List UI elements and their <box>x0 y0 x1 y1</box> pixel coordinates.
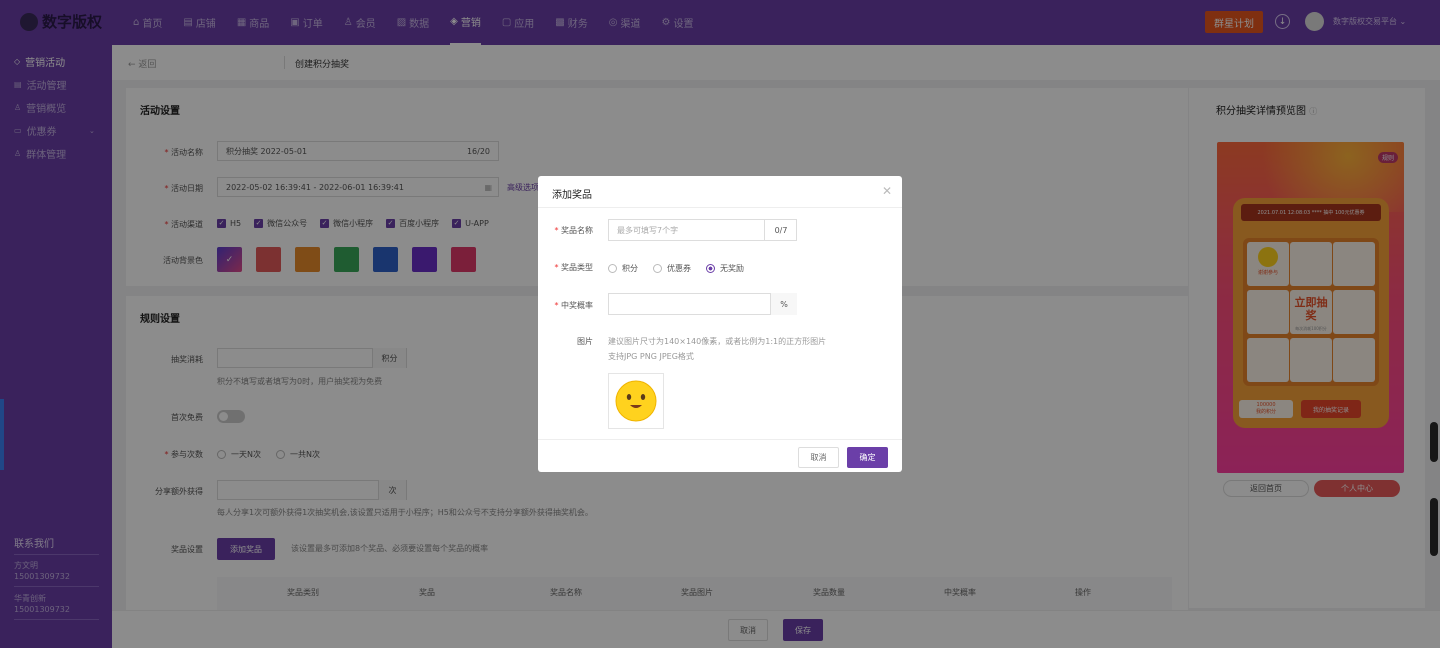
prize-type-radios: 积分 优惠券 无奖励 <box>608 263 759 274</box>
probability-label: * 中奖概率 <box>554 301 593 310</box>
prize-name-label: * 奖品名称 <box>554 226 593 235</box>
prize-image-upload[interactable] <box>608 373 664 429</box>
image-label: 图片 <box>577 337 593 346</box>
probability-input[interactable]: % <box>608 293 797 315</box>
dialog-cancel-button[interactable]: 取消 <box>798 447 839 468</box>
add-prize-dialog: 添加奖品 ✕ * 奖品名称 最多可填写7个字 0/7 * 奖品类型 积分 优惠券 … <box>538 176 902 472</box>
type-radio-coupon[interactable]: 优惠券 <box>653 263 691 274</box>
dialog-title: 添加奖品 <box>552 190 592 201</box>
type-radio-points[interactable]: 积分 <box>608 263 638 274</box>
prize-type-label: * 奖品类型 <box>554 263 593 272</box>
type-radio-none[interactable]: 无奖励 <box>706 263 744 274</box>
smiley-icon <box>615 380 657 422</box>
image-hint: 建议图片尺寸为140×140像素，或者比例为1:1的正方形图片 <box>608 337 827 346</box>
dialog-confirm-button[interactable]: 确定 <box>847 447 888 468</box>
image-hint: 支持JPG PNG JPEG格式 <box>608 352 694 361</box>
prize-name-input[interactable]: 最多可填写7个字 0/7 <box>608 219 797 241</box>
close-icon[interactable]: ✕ <box>882 184 892 198</box>
